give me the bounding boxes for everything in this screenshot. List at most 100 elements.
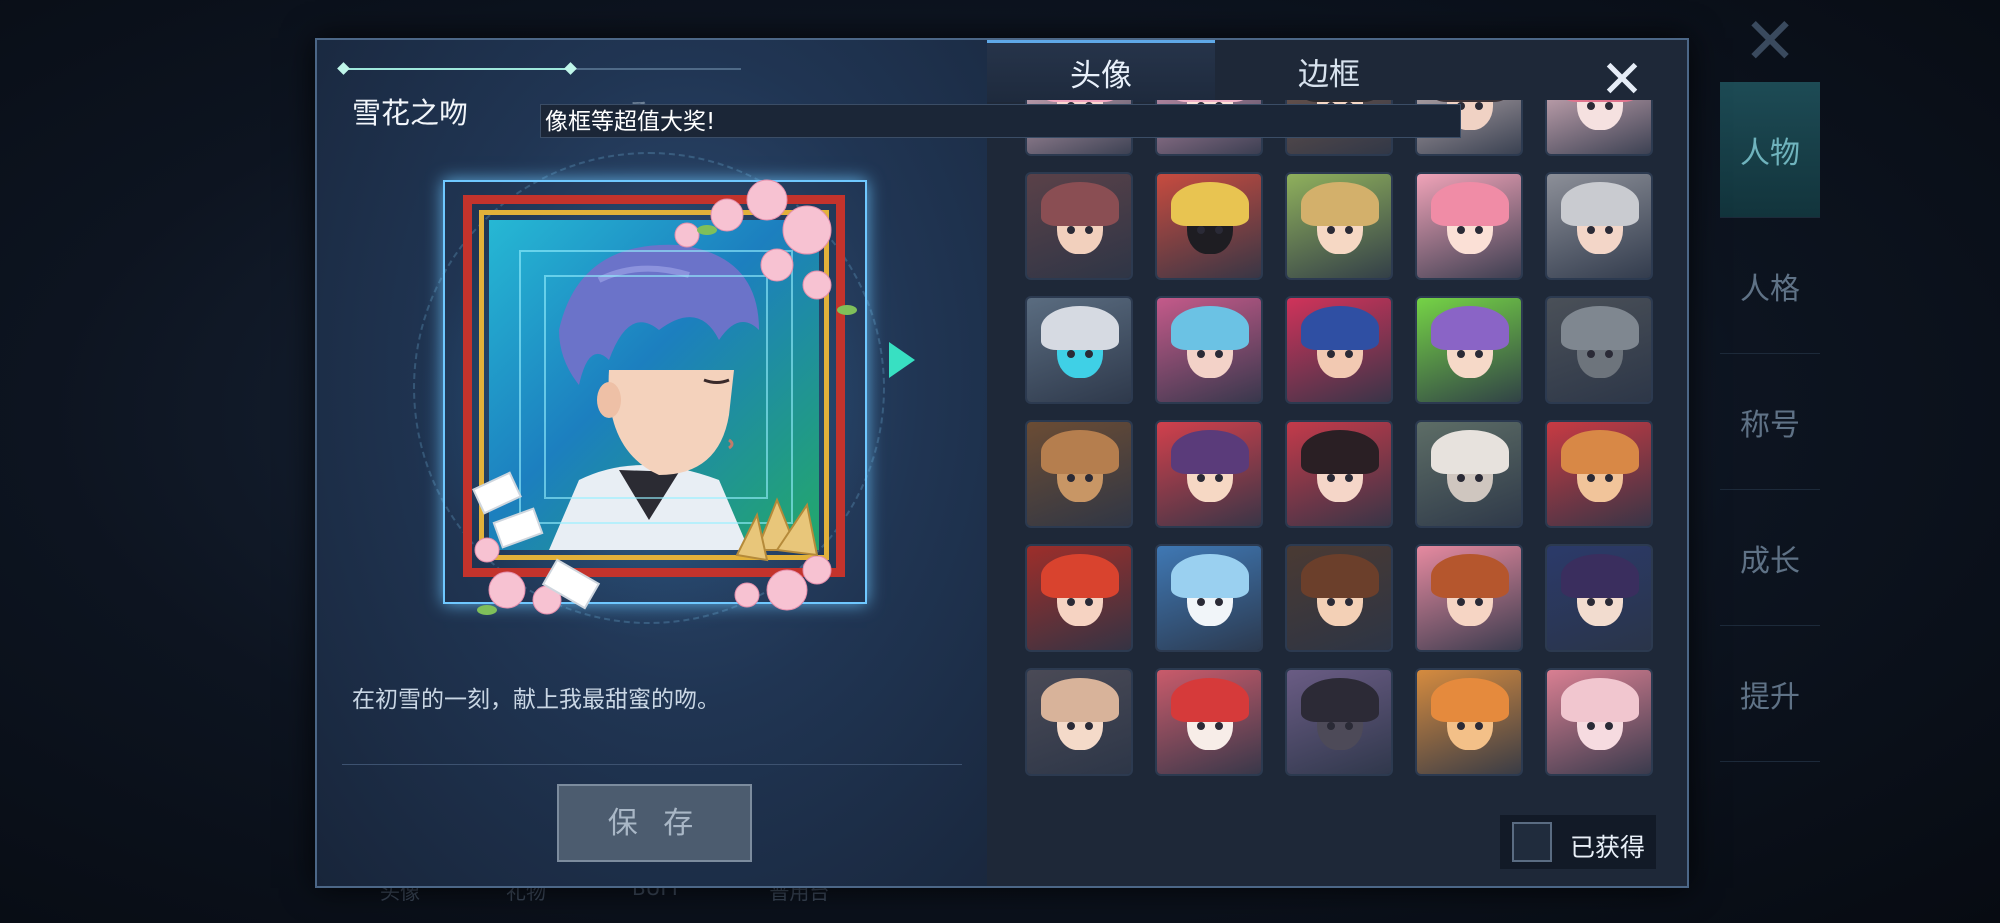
avatar-eye [1197, 226, 1205, 234]
owned-filter-checkbox[interactable] [1512, 822, 1552, 862]
avatar-hair [1171, 306, 1249, 350]
avatar-option[interactable] [1547, 670, 1651, 774]
avatar-option[interactable] [1417, 174, 1521, 278]
avatar-eye [1587, 102, 1595, 110]
tab-avatar[interactable]: 头像 [987, 40, 1215, 102]
preview-panel: 雪花之吻 …ゑ [317, 40, 987, 886]
avatar-eye [1085, 598, 1093, 606]
avatar-eye [1345, 722, 1353, 730]
avatar-eye [1345, 598, 1353, 606]
avatar-eye [1327, 474, 1335, 482]
avatar-option[interactable] [1417, 422, 1521, 526]
avatar-option[interactable] [1157, 670, 1261, 774]
avatar-option[interactable] [1157, 298, 1261, 402]
avatar-eye [1587, 598, 1595, 606]
avatar-face [1577, 100, 1623, 130]
avatar-hair [1171, 100, 1249, 102]
avatar-option[interactable] [1157, 546, 1261, 650]
avatar-option[interactable] [1157, 422, 1261, 526]
avatar-eye [1475, 598, 1483, 606]
avatar-eye [1475, 722, 1483, 730]
avatar-eye [1085, 722, 1093, 730]
progress-fill [341, 68, 571, 70]
avatar-option[interactable] [1027, 422, 1131, 526]
avatar-eye [1327, 350, 1335, 358]
avatar-hair [1171, 678, 1249, 722]
avatar-eye [1457, 722, 1465, 730]
avatar-option[interactable] [1547, 298, 1651, 402]
avatar-eye [1605, 598, 1613, 606]
avatar-eye [1587, 722, 1595, 730]
avatar-option[interactable] [1287, 546, 1391, 650]
background-sidebar-item-growth: 成长 [1720, 490, 1820, 626]
avatar-eye [1457, 474, 1465, 482]
sakura-frame-decoration [472, 179, 857, 615]
avatar-option[interactable] [1027, 546, 1131, 650]
avatar-hair [1171, 554, 1249, 598]
avatar-option[interactable] [1287, 174, 1391, 278]
avatar-option[interactable] [1027, 174, 1131, 278]
background-sidebar-item-upgrade: 提升 [1720, 626, 1820, 762]
avatar-option[interactable] [1417, 670, 1521, 774]
avatar-eye [1327, 598, 1335, 606]
avatar-hair [1171, 182, 1249, 226]
avatar-eye [1067, 474, 1075, 482]
avatar-eye [1605, 722, 1613, 730]
avatar-hair [1431, 306, 1509, 350]
tab-frame[interactable]: 边框 [1215, 40, 1443, 102]
avatar-hair [1301, 182, 1379, 226]
avatar-hair [1431, 100, 1509, 102]
avatar-option[interactable] [1547, 546, 1651, 650]
avatar-eye [1085, 226, 1093, 234]
avatar-eye [1067, 598, 1075, 606]
avatar-eye [1085, 350, 1093, 358]
avatar-option[interactable] [1027, 670, 1131, 774]
avatar-eye [1345, 350, 1353, 358]
avatar-hair [1301, 554, 1379, 598]
avatar-eye [1457, 350, 1465, 358]
avatar-eye [1327, 226, 1335, 234]
avatar-eye [1197, 598, 1205, 606]
avatar-hair [1431, 554, 1509, 598]
page-progress-indicator [337, 62, 741, 76]
avatar-option[interactable] [1417, 298, 1521, 402]
avatar-eye [1587, 474, 1595, 482]
avatar-eye [1197, 474, 1205, 482]
avatar-eye [1605, 102, 1613, 110]
avatar-option[interactable] [1547, 174, 1651, 278]
avatar-option[interactable] [1287, 670, 1391, 774]
avatar-option[interactable] [1287, 422, 1391, 526]
progress-dot [564, 62, 577, 75]
avatar-hair [1041, 306, 1119, 350]
avatar-hair [1561, 182, 1639, 226]
avatar-hair [1041, 554, 1119, 598]
avatar-option[interactable] [1417, 546, 1521, 650]
avatar-hair [1561, 554, 1639, 598]
avatar-hair [1301, 430, 1379, 474]
background-sidebar-item-character: 人物 [1720, 82, 1820, 218]
avatar-eye [1457, 226, 1465, 234]
avatar-hair [1041, 182, 1119, 226]
background-close-icon: ✕ [1743, 5, 1797, 79]
next-arrow-icon[interactable] [889, 342, 915, 378]
avatar-eye [1327, 722, 1335, 730]
avatar-option[interactable] [1157, 174, 1261, 278]
item-title: 雪花之吻 [352, 96, 469, 130]
avatar-eye [1587, 226, 1595, 234]
save-button[interactable]: 保 存 [557, 784, 752, 862]
owned-filter-label: 已获得 [1570, 833, 1646, 862]
avatar-eye [1197, 722, 1205, 730]
avatar-eye [1475, 350, 1483, 358]
avatar-hair [1041, 678, 1119, 722]
avatar-eye [1345, 226, 1353, 234]
avatar-hair [1561, 430, 1639, 474]
avatar-option[interactable] [1547, 422, 1651, 526]
avatar-eye [1067, 350, 1075, 358]
avatar-hair [1041, 430, 1119, 474]
item-description: 在初雪的一刻，献上我最甜蜜的吻。 [352, 687, 720, 713]
avatar-hair [1301, 306, 1379, 350]
avatar-option[interactable] [1547, 100, 1651, 154]
avatar-option[interactable] [1027, 298, 1131, 402]
avatar-option[interactable] [1287, 298, 1391, 402]
section-divider [342, 764, 962, 765]
